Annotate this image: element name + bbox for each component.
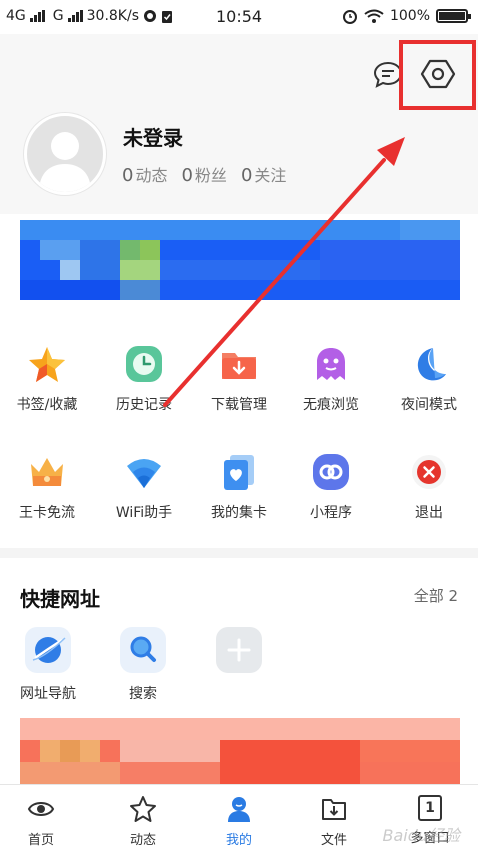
tab-files-label: 文件 — [320, 833, 347, 848]
settings-highlight-box — [399, 40, 476, 110]
clock-icon — [126, 346, 162, 382]
quick-link-add-button[interactable] — [199, 627, 279, 683]
stat-following[interactable]: 0 关注 — [241, 162, 286, 186]
tool-wifi-assistant[interactable]: WiFi助手 — [99, 452, 189, 522]
exit-icon — [412, 455, 446, 489]
tab-me[interactable]: 我的 — [199, 795, 279, 848]
stat-following-count: 0 — [240, 165, 253, 186]
stat-posts[interactable]: 0 动态 — [122, 162, 167, 186]
star-icon — [29, 347, 65, 382]
network-speed: 30.8K/s — [86, 8, 139, 24]
crown-icon — [31, 458, 63, 486]
tool-private-browsing[interactable]: 无痕浏览 — [286, 344, 376, 414]
signal-icon — [29, 10, 45, 22]
quick-link-navigation-label: 网址导航 — [20, 686, 76, 702]
quick-link-search[interactable]: 搜索 — [103, 627, 183, 703]
network-type-1: 4G — [6, 8, 26, 24]
moon-icon — [417, 348, 446, 381]
tool-card-collection[interactable]: 我的集卡 — [194, 452, 284, 522]
tab-home[interactable]: 首页 — [1, 795, 81, 848]
stat-fans[interactable]: 0 粉丝 — [181, 162, 226, 186]
quick-link-navigation[interactable]: 网址导航 — [8, 627, 88, 703]
tool-mini-program[interactable]: 小程序 — [286, 452, 376, 522]
status-time: 10:54 — [216, 7, 263, 26]
tool-history[interactable]: 历史记录 — [99, 344, 189, 414]
add-icon — [227, 638, 251, 662]
clipboard-icon — [162, 11, 172, 23]
tool-mini-program-label: 小程序 — [310, 505, 352, 521]
tab-me-label: 我的 — [225, 833, 252, 848]
tool-private-browsing-label: 无痕浏览 — [303, 397, 359, 413]
watermark: Baidu经验 — [382, 826, 460, 845]
status-left: 4G G 30.8K/s — [6, 8, 173, 24]
window-count-badge: 1 — [425, 800, 435, 816]
signal-icon-2 — [67, 10, 83, 22]
tool-exit[interactable]: 退出 — [384, 452, 474, 522]
tab-files[interactable]: 文件 — [294, 795, 374, 848]
promo-banner-2[interactable] — [20, 718, 460, 784]
notification-icon — [144, 10, 156, 22]
quick-links-title: 快捷网址 — [20, 587, 100, 611]
tab-feed-label: 动态 — [129, 833, 156, 848]
wifi-icon — [127, 459, 161, 488]
tool-bookmarks-label: 书签/收藏 — [16, 397, 78, 413]
star-outline-icon — [130, 796, 156, 822]
tool-bookmarks[interactable]: 书签/收藏 — [2, 344, 92, 414]
tool-history-label: 历史记录 — [116, 397, 172, 413]
ghost-icon — [317, 348, 345, 380]
network-type-2: G — [52, 8, 64, 24]
tool-night-mode-label: 夜间模式 — [401, 397, 457, 413]
tool-king-card[interactable]: 王卡免流 — [2, 452, 92, 522]
tool-exit-label: 退出 — [415, 505, 443, 521]
tool-card-collection-label: 我的集卡 — [211, 505, 267, 521]
battery-percent: 100% — [389, 8, 430, 24]
alarm-icon — [342, 10, 357, 24]
planet-icon — [32, 637, 66, 663]
tool-night-mode[interactable]: 夜间模式 — [384, 344, 474, 414]
avatar[interactable] — [24, 113, 106, 195]
default-avatar-icon — [39, 132, 91, 192]
status-bar: 4G G 30.8K/s 10:54 100% — [0, 0, 478, 34]
search-icon — [130, 636, 156, 662]
tab-feed[interactable]: 动态 — [103, 795, 183, 848]
stat-fans-count: 0 — [181, 165, 193, 186]
wifi-status-icon — [364, 9, 384, 23]
mini-program-icon — [313, 454, 349, 490]
battery-icon — [436, 9, 471, 23]
tab-home-label: 首页 — [27, 833, 54, 848]
window-count-icon: 1 — [418, 795, 442, 821]
tool-wifi-assistant-label: WiFi助手 — [115, 505, 173, 521]
file-download-icon — [322, 799, 346, 820]
person-icon — [228, 797, 250, 822]
section-divider — [0, 548, 478, 558]
tool-downloads-label: 下载管理 — [211, 397, 267, 413]
profile-stats: 0 动态 0 粉丝 0 关注 — [122, 162, 286, 186]
username-login[interactable]: 未登录 — [123, 122, 183, 151]
tool-downloads[interactable]: 下载管理 — [194, 344, 284, 414]
stat-fans-label: 粉丝 — [194, 166, 227, 185]
quick-link-search-label: 搜索 — [129, 686, 157, 702]
stat-posts-count: 0 — [122, 165, 134, 186]
status-right: 100% — [342, 8, 471, 24]
tool-king-card-label: 王卡免流 — [19, 505, 75, 521]
stat-following-label: 关注 — [254, 166, 287, 185]
promo-banner[interactable] — [20, 220, 460, 300]
download-folder-icon — [222, 353, 256, 379]
card-heart-icon — [224, 455, 254, 490]
quick-links-all-button[interactable]: 全部 2 — [414, 585, 458, 606]
eye-icon — [27, 802, 55, 816]
stat-posts-label: 动态 — [135, 166, 168, 185]
